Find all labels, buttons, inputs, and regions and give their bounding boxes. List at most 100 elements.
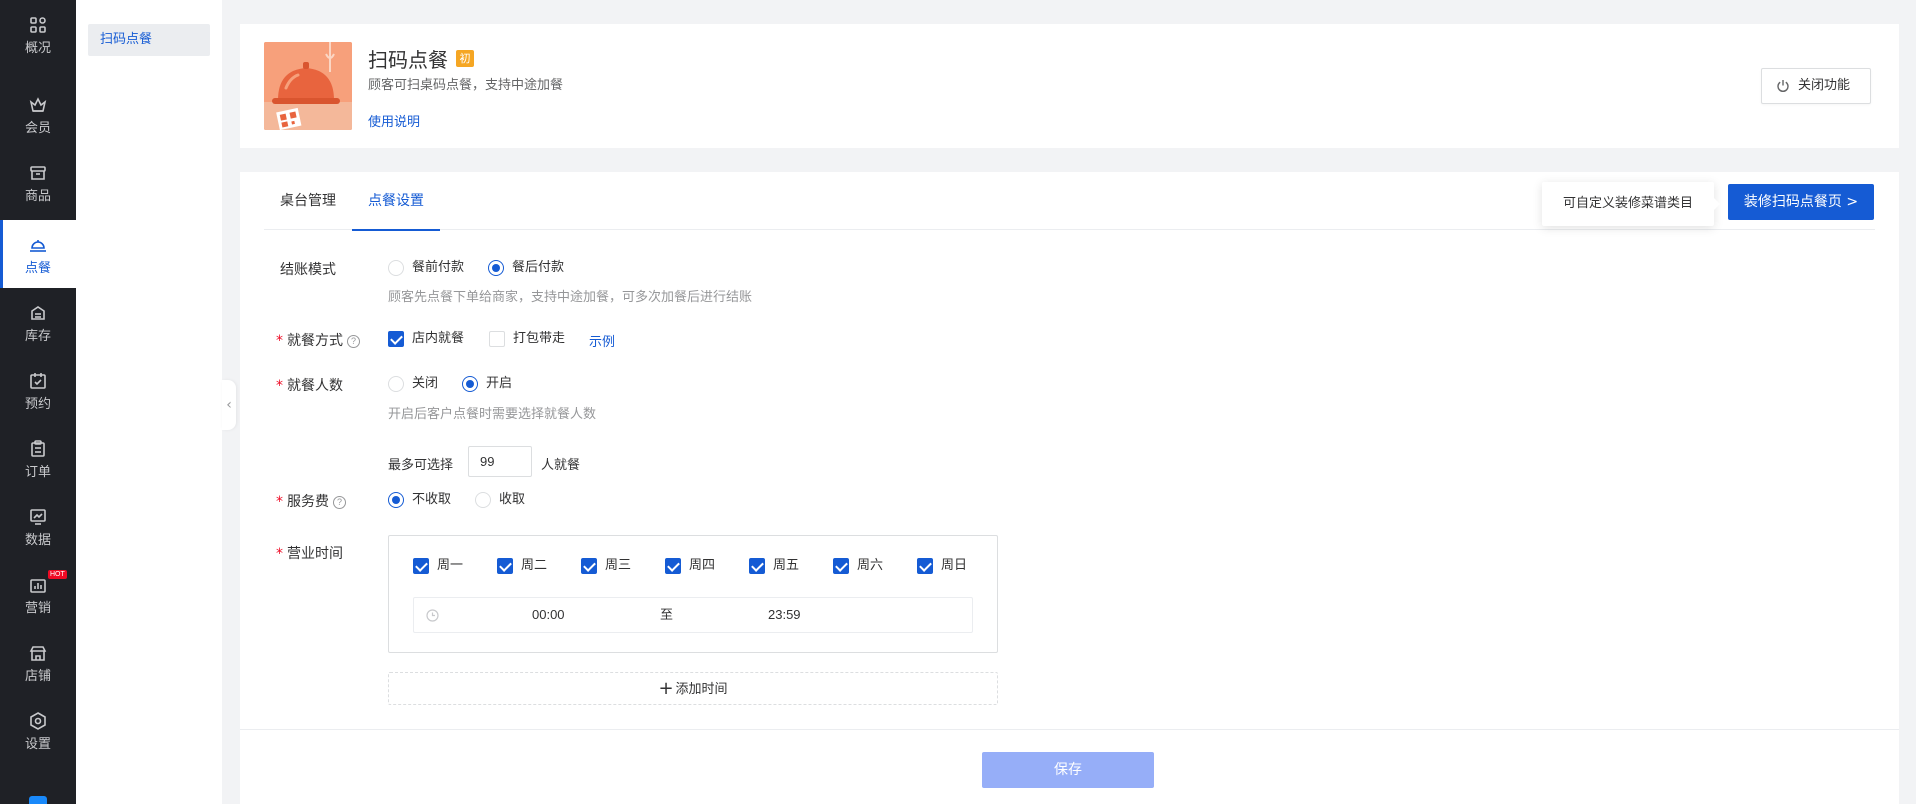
marketing-icon xyxy=(30,579,46,593)
nav-item-marketing[interactable]: HOT 营销 xyxy=(0,560,76,628)
checkbox-thu[interactable] xyxy=(665,558,681,574)
radio-prepay[interactable] xyxy=(388,260,404,276)
nav-more-icon[interactable] xyxy=(29,796,47,804)
decorate-page-button[interactable]: 装修扫码点餐页 > xyxy=(1728,184,1874,220)
add-time-button[interactable]: + 添加时间 xyxy=(388,672,998,705)
feature-thumbnail xyxy=(264,42,352,130)
settings-card: 桌台管理 点餐设置 可自定义装修菜谱类目 装修扫码点餐页 > 结账模式 餐前付款… xyxy=(240,172,1899,804)
end-time[interactable]: 23:59 xyxy=(768,598,801,632)
nav-label: 数据 xyxy=(24,533,51,548)
checkout-option-prepay[interactable]: 餐前付款 xyxy=(388,260,464,276)
nav-item-settings[interactable]: 设置 xyxy=(0,696,76,764)
question-icon[interactable]: ? xyxy=(347,335,360,348)
close-feature-label: 关闭功能 xyxy=(1798,78,1851,93)
nav-label: 设置 xyxy=(24,737,51,752)
checkbox-takeaway[interactable] xyxy=(489,331,505,347)
nav-label: 库存 xyxy=(24,329,51,344)
nav-item-data[interactable]: 数据 xyxy=(0,492,76,560)
max-guests-prefix: 最多可选择 xyxy=(388,458,454,473)
nav-label: 商品 xyxy=(24,189,51,204)
checkbox-wed[interactable] xyxy=(581,558,597,574)
service-fee-option-charge[interactable]: 收取 xyxy=(475,492,525,508)
time-range-picker[interactable]: 00:00 至 23:59 xyxy=(413,597,973,633)
day-wed[interactable]: 周三 xyxy=(581,558,631,574)
day-sat[interactable]: 周六 xyxy=(833,558,883,574)
checkbox-dine-in[interactable] xyxy=(388,331,404,347)
sub-nav: 扫码点餐 xyxy=(76,0,222,804)
close-feature-button[interactable]: 关闭功能 xyxy=(1761,68,1871,104)
nav-label: 会员 xyxy=(24,121,51,136)
nav-item-member[interactable]: 会员 xyxy=(0,80,76,148)
feature-title: 扫码点餐 xyxy=(368,48,448,72)
radio-fee-none[interactable] xyxy=(388,492,404,508)
checkbox-tue[interactable] xyxy=(497,558,513,574)
checkbox-sat[interactable] xyxy=(833,558,849,574)
settings-icon xyxy=(30,712,46,730)
radio-guest-off[interactable] xyxy=(388,376,404,392)
tab-table-management[interactable]: 桌台管理 xyxy=(264,172,352,230)
dining-option-dine-in[interactable]: 店内就餐 xyxy=(388,331,464,347)
radio-postpay[interactable] xyxy=(488,260,504,276)
service-fee-option-none[interactable]: 不收取 xyxy=(388,492,451,508)
nav-label: 预约 xyxy=(24,397,51,412)
overview-icon xyxy=(30,17,46,33)
nav-item-overview[interactable]: 概况 xyxy=(0,0,76,68)
save-button[interactable]: 保存 xyxy=(982,752,1154,788)
calendar-check-icon xyxy=(30,373,46,389)
tab-order-settings[interactable]: 点餐设置 xyxy=(352,172,440,231)
dining-mode-label: * 就餐方式? xyxy=(276,330,360,350)
nav-item-inventory[interactable]: 库存 xyxy=(0,288,76,356)
checkbox-mon[interactable] xyxy=(413,558,429,574)
guest-count-option-off[interactable]: 关闭 xyxy=(388,376,438,392)
collapse-sidebar-button[interactable]: ‹ xyxy=(222,380,236,430)
nav-item-dining[interactable]: 点餐 xyxy=(0,220,76,288)
max-guests-input[interactable]: 99 xyxy=(468,446,532,477)
customize-tip: 可自定义装修菜谱类目 xyxy=(1542,182,1720,226)
radio-fee-charge[interactable] xyxy=(475,492,491,508)
nav-item-order[interactable]: 订单 xyxy=(0,424,76,492)
feature-level-badge: 初 xyxy=(456,50,474,67)
guest-count-option-on[interactable]: 开启 xyxy=(462,376,512,392)
radio-guest-on[interactable] xyxy=(462,376,478,392)
max-guests-suffix: 人就餐 xyxy=(541,458,581,473)
store-icon xyxy=(29,646,47,661)
plus-icon: + xyxy=(658,678,674,699)
nav-label: 概况 xyxy=(24,41,51,56)
inventory-icon xyxy=(31,306,45,320)
guest-count-label: * 就餐人数 xyxy=(276,378,343,394)
day-fri[interactable]: 周五 xyxy=(749,558,799,574)
day-sun[interactable]: 周日 xyxy=(917,558,967,574)
clock-icon xyxy=(426,609,439,622)
day-tue[interactable]: 周二 xyxy=(497,558,547,574)
dining-bell-icon xyxy=(30,240,46,252)
nav-label: 店铺 xyxy=(24,669,51,684)
crown-icon xyxy=(29,97,47,112)
nav-item-store[interactable]: 店铺 xyxy=(0,628,76,696)
example-link[interactable]: 示例 xyxy=(589,331,615,350)
nav-label: 点餐 xyxy=(24,261,51,276)
guest-count-hint: 开启后客户点餐时需要选择就餐人数 xyxy=(388,407,597,422)
main-nav: 概况 会员 商品 点餐 库存 预约 订单 数据 HOT 营销 店铺 设置 xyxy=(0,0,76,804)
nav-label: 订单 xyxy=(24,465,51,480)
day-mon[interactable]: 周一 xyxy=(413,558,463,574)
help-link[interactable]: 使用说明 xyxy=(368,111,420,130)
data-icon xyxy=(30,509,46,525)
feature-header-card: 扫码点餐 初 顾客可扫桌码点餐，支持中途加餐 使用说明 关闭功能 xyxy=(240,24,1899,148)
question-icon[interactable]: ? xyxy=(333,496,346,509)
checkout-option-postpay[interactable]: 餐后付款 xyxy=(488,260,564,276)
goods-icon xyxy=(30,166,46,180)
service-fee-label: * 服务费? xyxy=(276,491,346,511)
checkbox-sun[interactable] xyxy=(917,558,933,574)
day-thu[interactable]: 周四 xyxy=(665,558,715,574)
checkbox-fri[interactable] xyxy=(749,558,765,574)
checkout-mode-label: 结账模式 xyxy=(280,262,336,278)
chevron-left-icon: ‹ xyxy=(226,397,232,413)
checkout-hint: 顾客先点餐下单给商家，支持中途加餐，可多次加餐后进行结账 xyxy=(388,290,753,305)
start-time[interactable]: 00:00 xyxy=(532,598,565,632)
food-cloche-icon xyxy=(264,42,352,130)
nav-item-booking[interactable]: 预约 xyxy=(0,356,76,424)
nav-item-goods[interactable]: 商品 xyxy=(0,148,76,216)
hot-badge: HOT xyxy=(48,570,67,579)
subnav-item-scan-order[interactable]: 扫码点餐 xyxy=(88,24,210,56)
dining-option-takeaway[interactable]: 打包带走 xyxy=(489,331,565,347)
